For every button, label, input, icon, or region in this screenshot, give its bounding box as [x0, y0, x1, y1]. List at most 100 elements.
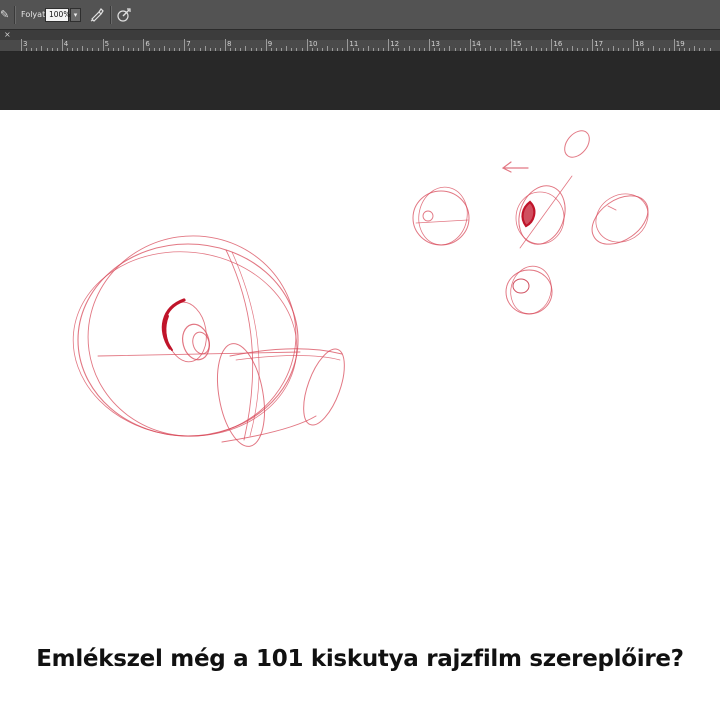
ruler-minor-tick [408, 46, 410, 51]
ruler-major-tick [429, 39, 430, 51]
horizontal-ruler[interactable]: 3 4 5 6 7 8 9 10 11 12 13 14 15 16 17 18 19 [0, 39, 720, 52]
airbrush-icon[interactable] [89, 7, 105, 23]
ruler-minor-tick [525, 48, 527, 51]
ruler-minor-tick [566, 48, 568, 51]
ruler-minor-tick [357, 48, 359, 51]
ruler-minor-tick [480, 48, 481, 51]
ruler-major-tick [551, 39, 553, 51]
ruler-major-tick [265, 39, 267, 51]
ruler-minor-tick [174, 48, 175, 51]
ruler-major-tick [61, 39, 63, 51]
ruler-minor-tick [77, 48, 79, 51]
ruler-minor-tick [128, 48, 130, 51]
ruler-minor-tick [199, 48, 201, 51]
ruler-minor-tick [72, 48, 73, 51]
ruler-minor-tick [276, 48, 277, 51]
ruler-minor-tick [505, 48, 507, 51]
ruler-minor-tick [582, 48, 583, 51]
ruler-minor-tick [418, 48, 420, 51]
ruler-minor-tick [163, 46, 165, 51]
ruler-major-tick [143, 39, 145, 51]
ruler-minor-tick [638, 48, 640, 51]
ruler-major-tick [225, 39, 226, 51]
ruler-minor-tick [531, 46, 532, 51]
ruler-minor-tick [51, 48, 53, 51]
ruler-minor-tick [245, 46, 247, 51]
ruler-minor-tick [316, 48, 318, 51]
ruler-minor-tick [41, 46, 43, 51]
ruler-minor-tick [658, 48, 660, 51]
pressure-size-icon[interactable] [116, 7, 132, 23]
ruler-minor-tick [684, 48, 685, 51]
ruler-minor-tick [123, 46, 124, 51]
ruler-minor-tick [393, 48, 395, 51]
ruler-minor-tick [520, 48, 522, 51]
ruler-minor-tick [342, 48, 344, 51]
ruler-minor-tick [398, 48, 400, 51]
ruler-minor-tick [332, 48, 334, 51]
ruler-major-tick [673, 39, 675, 51]
ruler-minor-tick [112, 48, 114, 51]
ruler-minor-tick [495, 48, 497, 51]
ruler-major-tick [102, 39, 104, 51]
ruler-minor-tick [464, 48, 466, 51]
ruler-minor-tick [571, 46, 573, 51]
ruler-minor-tick [607, 48, 609, 51]
ruler-minor-tick [439, 48, 441, 51]
ruler-minor-tick [255, 48, 257, 51]
brush-tool-icon[interactable]: ✎ [0, 9, 10, 21]
ruler-minor-tick [66, 48, 68, 51]
ruler-minor-tick [434, 48, 436, 51]
ruler-minor-tick [602, 48, 604, 51]
ruler-major-tick [388, 39, 390, 51]
ruler-minor-tick [194, 48, 196, 51]
ruler-minor-tick [36, 48, 38, 51]
ruler-minor-tick [622, 48, 624, 51]
ruler-minor-tick [485, 48, 487, 51]
flow-dropdown-button[interactable]: ▾ [70, 8, 81, 22]
ruler-minor-tick [668, 48, 670, 51]
ruler-minor-tick [653, 46, 655, 51]
ruler-minor-tick [260, 48, 262, 51]
ruler-minor-tick [189, 48, 191, 51]
ruler-minor-tick [204, 46, 206, 51]
ruler-minor-tick [87, 48, 89, 51]
ruler-minor-tick [367, 46, 369, 51]
ruler-minor-tick [556, 48, 558, 51]
ruler-minor-tick [378, 48, 379, 51]
ruler-minor-tick [352, 48, 354, 51]
ruler-minor-tick [383, 48, 385, 51]
ruler-minor-tick [444, 48, 446, 51]
ruler-minor-tick [235, 48, 237, 51]
sketch-drawing [72, 130, 649, 447]
ruler-minor-tick [296, 48, 298, 51]
flow-label: Folyat: [21, 10, 48, 19]
ruler-minor-tick [490, 46, 492, 51]
ruler-minor-tick [168, 48, 170, 51]
ruler-minor-tick [474, 48, 476, 51]
flow-input[interactable]: 100% [45, 8, 70, 22]
ruler-minor-tick [536, 48, 538, 51]
ruler-minor-tick [117, 48, 119, 51]
ruler-major-tick [469, 39, 471, 51]
ruler-minor-tick [337, 48, 339, 51]
separator [110, 6, 112, 24]
ruler-minor-tick [678, 48, 680, 51]
close-tab-icon[interactable]: × [4, 30, 11, 40]
ruler-minor-tick [694, 46, 696, 51]
ruler-minor-tick [403, 48, 405, 51]
ruler-minor-tick [704, 48, 706, 51]
ruler-minor-tick [327, 46, 328, 51]
ruler-major-tick [347, 39, 349, 51]
ruler-minor-tick [541, 48, 543, 51]
ruler-minor-tick [92, 48, 94, 51]
ruler-minor-tick [179, 48, 181, 51]
ruler-minor-tick [500, 48, 502, 51]
ruler-minor-tick [648, 48, 650, 51]
ruler-minor-tick [643, 48, 645, 51]
ruler-major-tick [592, 39, 594, 51]
ruler-minor-tick [627, 48, 629, 51]
document-canvas[interactable] [0, 110, 720, 720]
ruler-minor-tick [214, 48, 216, 51]
ruler-minor-tick [138, 48, 140, 51]
